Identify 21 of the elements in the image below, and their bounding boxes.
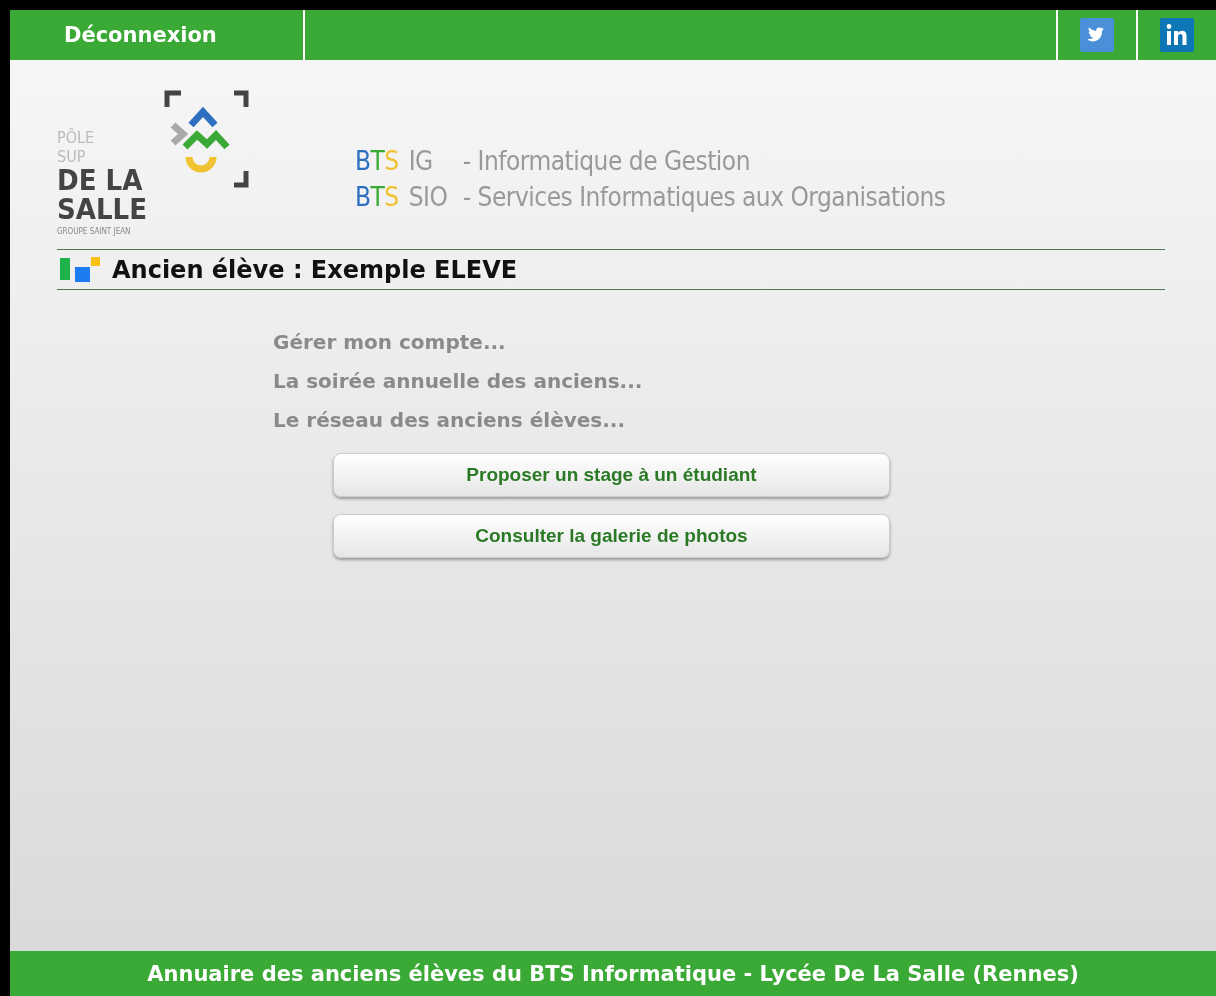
page-title: Ancien élève : Exemple ELEVE (112, 255, 518, 284)
logo-text: SALLE (57, 194, 148, 224)
action-button[interactable]: Proposer un stage à un étudiant (333, 453, 890, 497)
program-code: BTS (355, 145, 399, 176)
logo-text: PÔLE (57, 129, 96, 148)
menu-link[interactable]: Gérer mon compte... (273, 330, 506, 354)
program-code: BTS (355, 181, 399, 212)
squares-icon (60, 256, 102, 283)
bird-icon[interactable] (1080, 18, 1114, 52)
logo-text: DE LA (57, 165, 144, 195)
program-description: - Services Informatiques aux Organisations (462, 181, 946, 212)
menu-link[interactable]: Le réseau des anciens élèves... (273, 408, 625, 432)
logo-text: SUP (57, 147, 87, 166)
program-option: IG (408, 145, 453, 176)
linkedin-icon[interactable] (1160, 18, 1194, 52)
program-option: SIO (408, 181, 453, 212)
footer-bar: Annuaire des anciens élèves du BTS Informatique - Lycée De La Salle (Rennes) (10, 951, 1216, 996)
program-description: - Informatique de Gestion (462, 145, 750, 176)
action-button[interactable]: Consulter la galerie de photos (333, 514, 890, 558)
menu-link[interactable]: La soirée annuelle des anciens... (273, 369, 643, 393)
logo-text: GROUPE SAINT JEAN (57, 227, 132, 236)
